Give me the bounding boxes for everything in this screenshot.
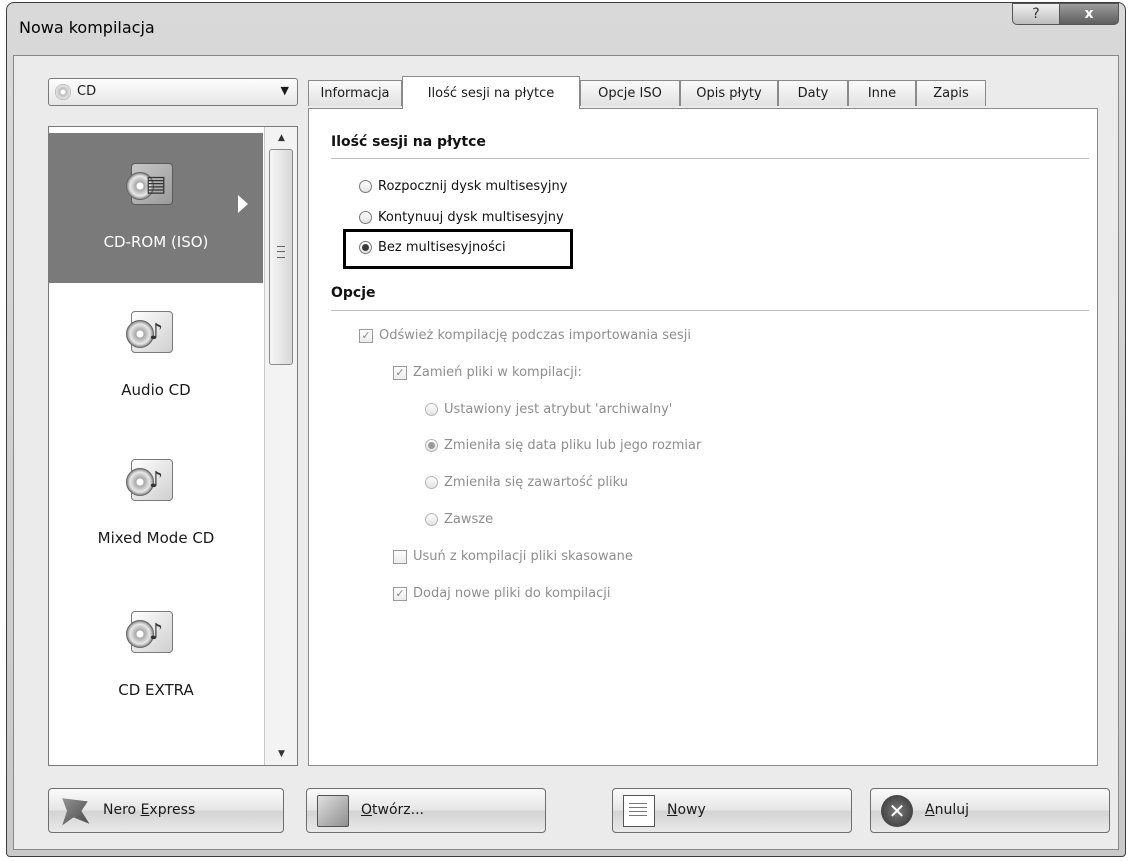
options-heading: Opcje: [331, 285, 376, 301]
tab-inne[interactable]: Inne: [848, 80, 916, 106]
scroll-up-icon[interactable]: ▲: [265, 127, 297, 149]
music-note-icon: ♪: [126, 311, 173, 353]
radio-content-changed[interactable]: Zmieniła się zawartość pliku: [425, 475, 628, 490]
data-disc-icon: ▤: [126, 163, 173, 205]
radio-circle: [359, 180, 372, 193]
new-button[interactable]: Nowy: [612, 788, 852, 833]
button-label: Nowy: [667, 802, 706, 818]
radio-date-or-size-changed[interactable]: Zmieniła się data pliku lub jego rozmiar: [425, 438, 701, 453]
check-icon: ✓: [359, 328, 373, 343]
radio-label: Zawsze: [444, 512, 494, 527]
window-title: Nowa kompilacja: [19, 18, 155, 37]
list-item-label: Audio CD: [121, 381, 191, 399]
divider: [331, 310, 1089, 311]
radio-circle: [425, 403, 438, 416]
dialog-body: CD ▼ ▤ CD-ROM (ISO) ♪ Audio CD ♪ Mixed M…: [13, 55, 1119, 850]
highlight-box: [343, 229, 573, 269]
list-item-label: CD-ROM (ISO): [103, 233, 209, 251]
list-item-cd-extra[interactable]: ♪ CD EXTRA: [49, 583, 263, 733]
chevron-down-icon: ▼: [280, 84, 289, 97]
open-folder-icon: [317, 795, 349, 827]
scroll-thumb[interactable]: [269, 149, 293, 365]
media-type-select[interactable]: CD ▼: [48, 78, 298, 106]
list-item-label: Mixed Mode CD: [97, 529, 215, 547]
help-button[interactable]: ?: [1012, 3, 1060, 25]
button-label: Anuluj: [925, 802, 969, 818]
checkbox-label: Usuń z kompilacji pliki skasowane: [413, 549, 633, 564]
checkbox-replace-files[interactable]: ✓ Zamień pliki w kompilacji:: [393, 365, 582, 380]
radio-label: Kontynuuj dysk multisesyjny: [378, 210, 564, 225]
sessions-heading: Ilość sesji na płytce: [331, 134, 486, 150]
nero-express-button[interactable]: Nero Express: [48, 788, 284, 833]
title-bar[interactable]: Nowa kompilacja ? x: [7, 3, 1125, 55]
list-item-audio-cd[interactable]: ♪ Audio CD: [49, 283, 263, 433]
radio-label: Rozpocznij dysk multisesyjny: [378, 179, 568, 194]
tab-panel-sessions: Ilość sesji na płytce Rozpocznij dysk mu…: [308, 108, 1098, 766]
list-item-label: CD EXTRA: [118, 681, 194, 699]
checkbox-label: Dodaj nowe pliki do kompilacji: [413, 586, 611, 601]
new-compilation-dialog: Nowa kompilacja ? x CD ▼ ▤ CD-ROM (ISO): [6, 2, 1126, 857]
list-item-mixed-mode-cd[interactable]: ♪ Mixed Mode CD: [49, 433, 263, 583]
nero-logo-icon: [62, 798, 90, 826]
music-note-icon: ♪: [126, 611, 173, 653]
radio-continue-multisession[interactable]: Kontynuuj dysk multisesyjny: [359, 210, 564, 225]
radio-label: Zmieniła się zawartość pliku: [444, 475, 629, 490]
list-scrollbar[interactable]: ▲ ▼: [264, 127, 297, 765]
new-document-icon: [623, 795, 655, 827]
disc-icon: [55, 84, 71, 100]
check-icon: ✓: [393, 365, 407, 380]
radio-circle-checked: [425, 439, 438, 452]
divider: [331, 158, 1089, 159]
tab-ilosc-sesji[interactable]: Ilość sesji na płytce: [402, 76, 580, 109]
media-type-value: CD: [77, 84, 97, 99]
close-icon: x: [1084, 6, 1094, 22]
tab-informacja[interactable]: Informacja: [308, 80, 402, 106]
tab-opis-plyty[interactable]: Opis płyty: [680, 80, 778, 106]
cancel-icon: ✕: [881, 795, 913, 827]
tab-opcje-iso[interactable]: Opcje ISO: [580, 80, 680, 106]
music-note-icon: ♪: [126, 459, 173, 501]
check-icon: ✓: [393, 586, 407, 601]
grip-icon: [277, 246, 285, 258]
radio-circle: [359, 211, 372, 224]
open-button[interactable]: Otwórz...: [306, 788, 546, 833]
radio-label: Ustawiony jest atrybut 'archiwalny': [444, 402, 673, 417]
checkbox-box: [393, 549, 407, 564]
checkbox-label: Zamień pliki w kompilacji:: [413, 365, 582, 380]
tab-daty[interactable]: Daty: [778, 80, 848, 106]
radio-label: Zmieniła się data pliku lub jego rozmiar: [444, 438, 702, 453]
tab-zapis[interactable]: Zapis: [916, 80, 986, 106]
radio-archive-attribute[interactable]: Ustawiony jest atrybut 'archiwalny': [425, 402, 672, 417]
cancel-button[interactable]: ✕ Anuluj: [870, 788, 1110, 833]
checkbox-refresh-compilation[interactable]: ✓ Odśwież kompilację podczas importowani…: [359, 328, 691, 343]
list-item-cd-rom-iso[interactable]: ▤ CD-ROM (ISO): [49, 133, 263, 283]
radio-start-multisession[interactable]: Rozpocznij dysk multisesyjny: [359, 179, 567, 194]
selected-arrow-icon: [238, 195, 248, 213]
compilation-type-list: ▤ CD-ROM (ISO) ♪ Audio CD ♪ Mixed Mode C…: [48, 126, 298, 766]
help-icon: ?: [1032, 6, 1040, 22]
checkbox-label: Odśwież kompilację podczas importowania …: [379, 328, 691, 343]
radio-always[interactable]: Zawsze: [425, 512, 493, 527]
button-label: Otwórz...: [361, 802, 424, 818]
radio-circle: [425, 476, 438, 489]
button-label: Nero Express: [103, 802, 196, 818]
radio-circle: [425, 513, 438, 526]
close-button[interactable]: x: [1059, 3, 1119, 25]
checkbox-remove-deleted[interactable]: Usuń z kompilacji pliki skasowane: [393, 549, 633, 564]
checkbox-add-new-files[interactable]: ✓ Dodaj nowe pliki do kompilacji: [393, 586, 610, 601]
scroll-down-icon[interactable]: ▼: [265, 743, 297, 765]
